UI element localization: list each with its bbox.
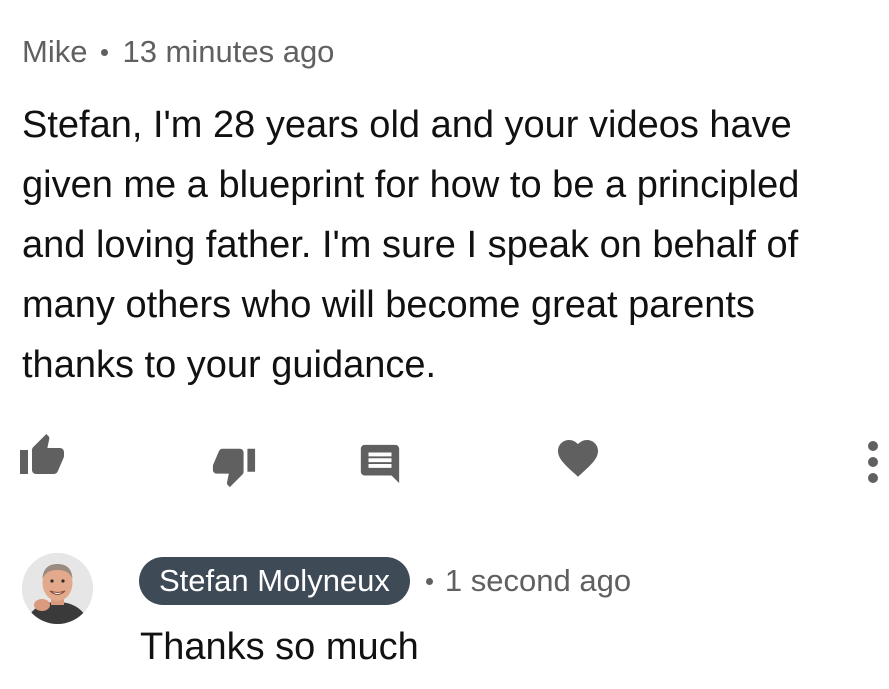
reply-comment-icon bbox=[360, 444, 400, 484]
separator-dot bbox=[425, 577, 433, 585]
separator-dot bbox=[101, 48, 109, 56]
avatar-icon bbox=[22, 553, 93, 624]
comment-author[interactable]: Mike bbox=[22, 34, 87, 70]
more-vertical-icon bbox=[868, 441, 878, 483]
avatar[interactable] bbox=[22, 553, 93, 624]
reply-button[interactable] bbox=[352, 436, 408, 492]
reply-meta: Stefan Molyneux 1 second ago bbox=[139, 556, 631, 606]
heart-icon bbox=[558, 440, 598, 477]
thumbs-up-icon bbox=[20, 434, 64, 474]
reply-author-chip[interactable]: Stefan Molyneux bbox=[139, 557, 410, 605]
more-options-button[interactable] bbox=[856, 434, 889, 490]
dislike-button[interactable] bbox=[206, 438, 262, 494]
comment-text: Stefan, I'm 28 years old and your videos… bbox=[22, 104, 800, 386]
like-button[interactable] bbox=[14, 428, 70, 484]
reply-timestamp: 1 second ago bbox=[444, 563, 632, 598]
reply-text: Thanks so much bbox=[140, 626, 419, 668]
thumbs-down-icon bbox=[212, 448, 256, 488]
comment-timestamp: 13 minutes ago bbox=[122, 34, 335, 69]
comment-meta: Mike 13 minutes ago bbox=[22, 34, 334, 70]
heart-button[interactable] bbox=[550, 430, 606, 486]
